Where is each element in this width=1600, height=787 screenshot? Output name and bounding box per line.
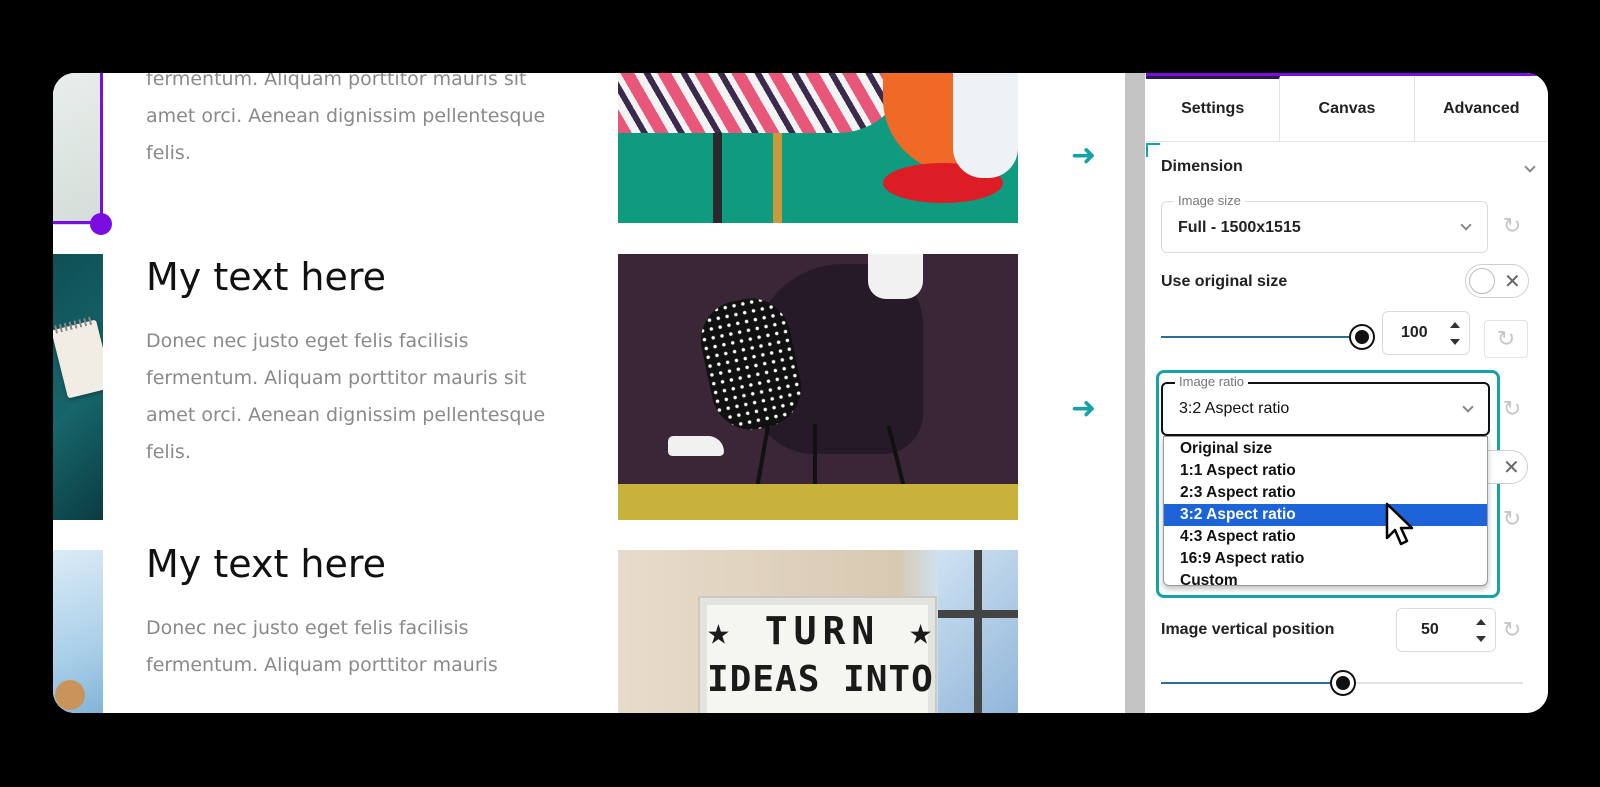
vertical-position-label: Image vertical position	[1161, 621, 1335, 638]
text-block-1[interactable]: fermentum. Aliquam porttitor mauris sit …	[146, 73, 546, 172]
close-icon: ✕	[1504, 269, 1521, 293]
vertical-position-input[interactable]: 50	[1396, 608, 1496, 652]
lightbox-board: ★ TURN ★ IDEAS INTO	[700, 598, 935, 713]
panel-tabs: Settings Canvas Advanced	[1146, 76, 1548, 142]
thumbnail-image-3[interactable]	[53, 550, 103, 713]
body-text: Donec nec justo eget felis facilisis fer…	[146, 330, 546, 463]
ratio-option[interactable]: 16:9 Aspect ratio	[1164, 548, 1487, 570]
window-shape	[938, 550, 1018, 713]
scale-slider-handle[interactable]	[1351, 326, 1373, 348]
text-block-3[interactable]: My text here Donec nec justo eget felis …	[146, 540, 546, 684]
reset-icon[interactable]: ↻	[1496, 503, 1528, 535]
reset-icon[interactable]: ↻	[1496, 614, 1528, 646]
thumbnail-image-2[interactable]	[53, 254, 103, 520]
settings-panel: Settings Canvas Advanced Dimension Image…	[1146, 73, 1548, 713]
selection-outline	[100, 73, 103, 223]
arrow-right-icon: ➜	[1071, 391, 1097, 426]
image-size-label: Image size	[1174, 193, 1245, 208]
body-text: Donec nec justo eget felis facilisis fer…	[146, 617, 498, 676]
use-original-size-label: Use original size	[1161, 273, 1288, 290]
text-block-2[interactable]: My text here Donec nec justo eget felis …	[146, 253, 546, 471]
scale-value: 100	[1401, 324, 1428, 341]
table-leg-shape	[773, 133, 782, 223]
chevron-down-icon[interactable]	[1524, 161, 1536, 173]
ratio-option[interactable]: 2:3 Aspect ratio	[1164, 482, 1487, 504]
toggle-knob	[1469, 268, 1495, 294]
tab-canvas[interactable]: Canvas	[1280, 76, 1415, 141]
shirt-shape	[868, 254, 923, 299]
image-ratio-select[interactable]: Image ratio 3:2 Aspect ratio	[1161, 374, 1490, 436]
mouse-cursor-icon	[1385, 502, 1414, 546]
decrement-icon[interactable]	[1476, 636, 1486, 642]
image-table-chair[interactable]	[618, 73, 1018, 223]
chevron-down-icon	[1460, 219, 1472, 231]
vertical-position-value: 50	[1421, 621, 1439, 638]
ratio-option[interactable]: 4:3 Aspect ratio	[1164, 526, 1487, 548]
reset-icon[interactable]: ↻	[1496, 393, 1528, 425]
scale-number-input[interactable]: 100	[1382, 311, 1470, 355]
section-title-dimension[interactable]: Dimension	[1161, 158, 1243, 176]
increment-icon[interactable]	[1450, 322, 1460, 328]
resize-handle[interactable]	[90, 213, 112, 235]
chevron-down-icon	[1462, 401, 1474, 413]
image-size-value: Full - 1500x1515	[1178, 219, 1301, 236]
lightbox-line-2: IDEAS INTO	[707, 659, 934, 700]
heading-text: My text here	[146, 255, 387, 299]
vertical-position-slider-handle[interactable]	[1332, 672, 1354, 694]
tabletop-shape	[618, 73, 908, 133]
image-person-chair[interactable]	[618, 254, 1018, 520]
section-corner-marker	[1146, 143, 1160, 157]
panel-resize-bar[interactable]	[1125, 73, 1145, 713]
table-leg-shape	[713, 133, 722, 223]
shoe-shape	[668, 436, 724, 456]
ratio-option[interactable]: Original size	[1164, 438, 1487, 460]
thumbnail-image-1[interactable]	[53, 73, 103, 225]
close-icon: ✕	[1503, 455, 1520, 479]
floor-shape	[618, 484, 1018, 520]
ratio-option-selected[interactable]: 3:2 Aspect ratio	[1164, 504, 1487, 526]
tab-advanced[interactable]: Advanced	[1415, 76, 1548, 141]
scale-slider-track[interactable]	[1161, 336, 1363, 338]
image-ratio-value: 3:2 Aspect ratio	[1179, 400, 1290, 417]
vertical-position-slider-fill	[1161, 682, 1343, 684]
image-size-select[interactable]: Image size Full - 1500x1515	[1161, 193, 1488, 253]
tab-settings[interactable]: Settings	[1146, 76, 1281, 141]
heading-text: My text here	[146, 542, 387, 586]
body-text: fermentum. Aliquam porttitor mauris sit …	[146, 73, 546, 164]
cloth-shape	[953, 73, 1018, 178]
page-canvas: fermentum. Aliquam porttitor mauris sit …	[53, 73, 1125, 713]
reset-icon[interactable]: ↻	[1496, 210, 1528, 242]
app-frame: fermentum. Aliquam porttitor mauris sit …	[53, 73, 1548, 713]
arrow-right-icon: ➜	[1071, 138, 1097, 173]
increment-icon[interactable]	[1476, 619, 1486, 625]
reset-icon[interactable]: ↻	[1484, 320, 1528, 358]
image-ratio-label: Image ratio	[1175, 374, 1249, 389]
use-original-size-toggle[interactable]: ✕	[1465, 264, 1529, 298]
image-ratio-options: Original size 1:1 Aspect ratio 2:3 Aspec…	[1163, 436, 1488, 589]
decrement-icon[interactable]	[1450, 339, 1460, 345]
ratio-option[interactable]: Custom	[1164, 570, 1487, 592]
lightbox-line-1: ★ TURN ★	[707, 609, 939, 653]
decor-shape	[55, 680, 85, 710]
ratio-option[interactable]: 1:1 Aspect ratio	[1164, 460, 1487, 482]
image-lightbox-sign[interactable]: ★ TURN ★ IDEAS INTO	[618, 550, 1018, 713]
notepad-shape	[53, 319, 103, 399]
